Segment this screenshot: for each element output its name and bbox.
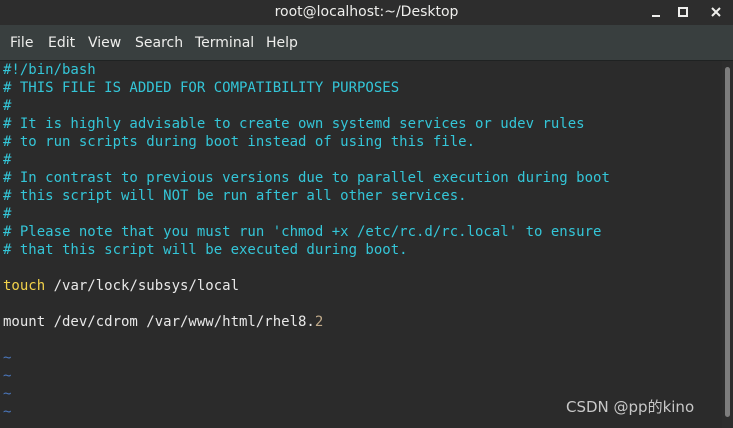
- close-icon: [710, 6, 722, 18]
- scrollbar-thumb[interactable]: [725, 67, 730, 417]
- maximize-icon: [677, 6, 689, 18]
- vertical-scrollbar[interactable]: [722, 61, 733, 428]
- editor-line: #: [3, 206, 12, 222]
- editor-line: # that this script will be executed duri…: [3, 242, 408, 258]
- terminal-editor[interactable]: #!/bin/bash # THIS FILE IS ADDED FOR COM…: [0, 61, 722, 428]
- window-title: root@localhost:~/Desktop: [274, 4, 459, 20]
- editor-line-mount: mount /dev/cdrom /var/www/html/rhel8.2: [3, 313, 323, 331]
- editor-line: # Please note that you must run 'chmod +…: [3, 224, 602, 240]
- editor-line: # this script will NOT be run after all …: [3, 188, 467, 204]
- mount-version-number: 2: [314, 314, 324, 330]
- menubar: File Edit View Search Terminal Help: [0, 25, 733, 61]
- empty-line-tilde: ~: [3, 368, 12, 384]
- editor-line: # It is highly advisable to create own s…: [3, 116, 585, 132]
- empty-line-tilde: ~: [3, 386, 12, 402]
- menu-edit[interactable]: Edit: [48, 35, 75, 52]
- close-button[interactable]: [704, 2, 728, 22]
- maximize-button[interactable]: [671, 2, 695, 22]
- window-titlebar[interactable]: root@localhost:~/Desktop: [0, 0, 733, 25]
- menu-view[interactable]: View: [88, 35, 121, 52]
- empty-line-tilde: ~: [3, 404, 12, 420]
- touch-argument: /var/lock/subsys/local: [45, 278, 240, 294]
- minimize-button[interactable]: [644, 2, 668, 22]
- editor-line: #: [3, 152, 12, 168]
- watermark: CSDN @pp的kino: [566, 398, 695, 416]
- editor-line: # THIS FILE IS ADDED FOR COMPATIBILITY P…: [3, 80, 400, 96]
- menu-help[interactable]: Help: [266, 35, 298, 52]
- editor-line: # to run scripts during boot instead of …: [3, 134, 476, 150]
- empty-line-tilde: ~: [3, 350, 12, 366]
- menu-terminal[interactable]: Terminal: [195, 35, 254, 52]
- touch-keyword: touch: [3, 278, 46, 294]
- editor-line: #!/bin/bash: [3, 62, 96, 78]
- editor-line: #: [3, 98, 12, 114]
- minimize-icon: [650, 6, 662, 18]
- editor-line-touch: touch /var/lock/subsys/local: [3, 277, 239, 295]
- menu-file[interactable]: File: [10, 35, 33, 52]
- menu-search[interactable]: Search: [135, 35, 183, 52]
- editor-line: # In contrast to previous versions due t…: [3, 170, 610, 186]
- mount-command: mount /dev/cdrom /var/www/html/rhel8.: [3, 314, 315, 330]
